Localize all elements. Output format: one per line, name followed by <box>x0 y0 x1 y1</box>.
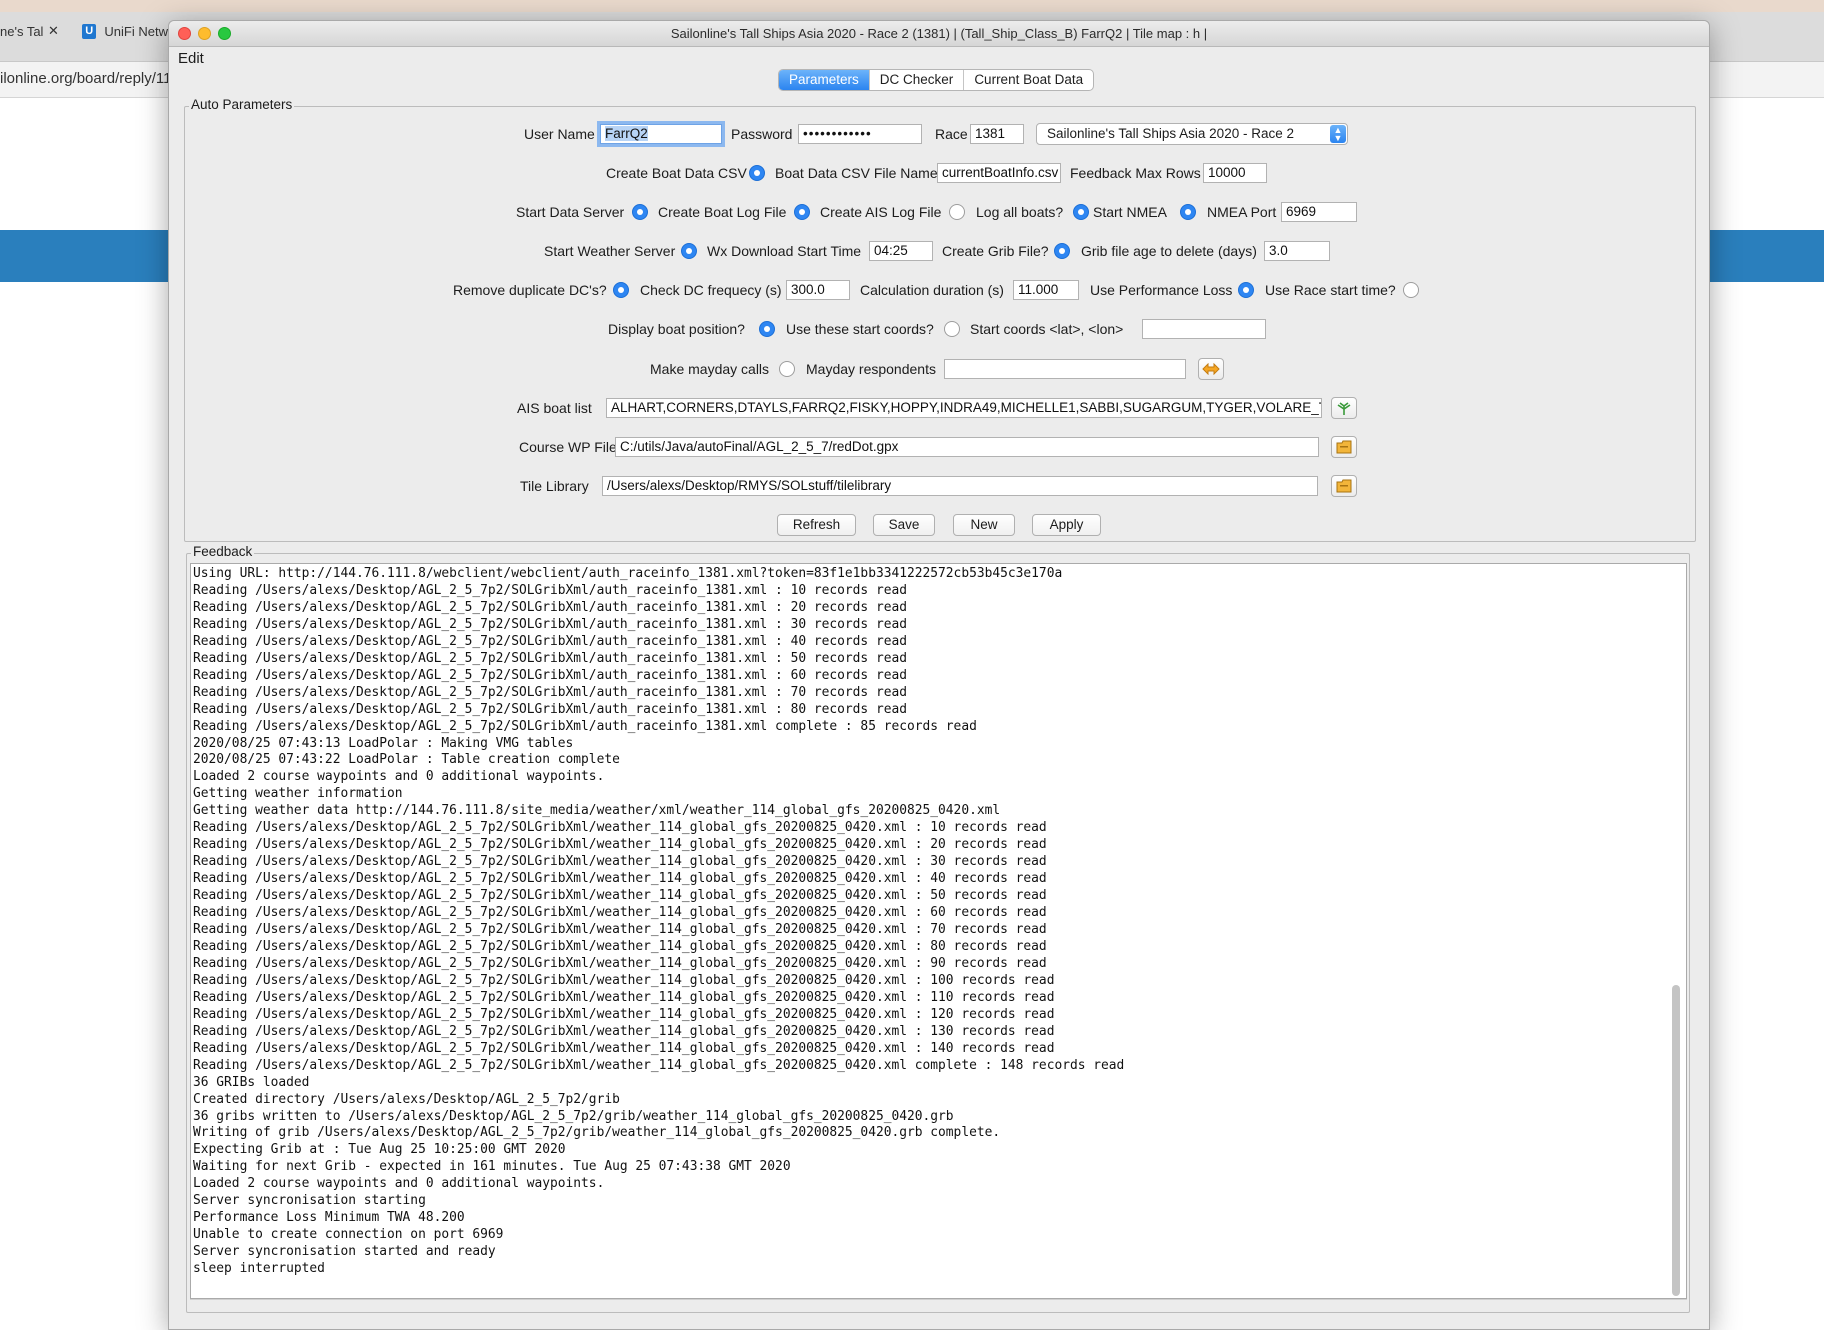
create-log-label: Create Boat Log File <box>658 204 787 220</box>
course-wp-field[interactable]: C:/utils/Java/autoFinal/AGL_2_5_7/redDot… <box>615 437 1319 457</box>
new-button[interactable]: New <box>953 514 1015 536</box>
course-wp-label: Course WP File <box>519 439 617 455</box>
tab-bar: Parameters DC Checker Current Boat Data <box>778 69 1095 91</box>
feedback-scrollbar[interactable] <box>1672 985 1680 1296</box>
browser-url[interactable]: ilonline.org/board/reply/11 <box>0 70 172 87</box>
user-name-field[interactable]: FarrQ2 <box>600 124 722 144</box>
check-dc-field[interactable]: 300.0 <box>786 280 850 300</box>
race-start-label: Use Race start time? <box>1265 282 1396 298</box>
use-coords-radio[interactable] <box>944 321 960 337</box>
swap-arrows-icon[interactable] <box>1198 358 1224 380</box>
remove-dup-label: Remove duplicate DC's? <box>453 282 607 298</box>
browser-tab-2-label: UniFi Netw <box>104 23 168 39</box>
start-coords-field[interactable] <box>1142 319 1266 339</box>
browser-top-strip <box>0 0 1824 12</box>
window-title: Sailonline's Tall Ships Asia 2020 - Race… <box>670 26 1208 41</box>
window-minimize-button[interactable] <box>198 27 211 40</box>
mayday-resp-field[interactable] <box>944 359 1186 379</box>
log-all-radio[interactable] <box>1073 204 1089 220</box>
window-zoom-button[interactable] <box>218 27 231 40</box>
perf-loss-radio[interactable] <box>1238 282 1254 298</box>
password-field[interactable]: •••••••••••• <box>798 124 922 144</box>
feedback-rows-label: Feedback Max Rows <box>1070 165 1201 181</box>
antenna-icon[interactable] <box>1331 397 1357 419</box>
display-pos-radio[interactable] <box>759 321 775 337</box>
display-pos-label: Display boat position? <box>608 321 745 337</box>
refresh-button[interactable]: Refresh <box>777 514 856 536</box>
csv-name-label: Boat Data CSV File Name <box>775 165 938 181</box>
race-select[interactable]: Sailonline's Tall Ships Asia 2020 - Race… <box>1036 123 1348 145</box>
tab-dc-checker[interactable]: DC Checker <box>870 70 965 90</box>
feedback-divider <box>190 1299 1687 1300</box>
mayday-resp-label: Mayday respondents <box>806 361 936 377</box>
race-number-field[interactable]: 1381 <box>970 124 1024 144</box>
race-start-radio[interactable] <box>1403 282 1419 298</box>
page-banner-left <box>0 230 170 282</box>
create-ais-radio[interactable] <box>949 204 965 220</box>
start-data-server-label: Start Data Server <box>516 204 625 220</box>
unifi-icon: U <box>82 23 97 39</box>
start-weather-label: Start Weather Server <box>544 243 676 259</box>
feedback-log[interactable]: Using URL: http://144.76.111.8/webclient… <box>190 563 1687 1299</box>
window-titlebar[interactable]: Sailonline's Tall Ships Asia 2020 - Race… <box>169 21 1709 47</box>
grib-age-label: Grib file age to delete (days) <box>1081 243 1257 259</box>
close-icon[interactable]: ✕ <box>48 14 62 48</box>
mayday-label: Make mayday calls <box>650 361 770 377</box>
start-weather-radio[interactable] <box>681 243 697 259</box>
page-banner-right <box>1706 230 1824 282</box>
start-coords-label: Start coords <lat>, <lon> <box>970 321 1124 337</box>
user-name-label: User Name <box>524 126 595 142</box>
nmea-port-label: NMEA Port <box>1207 204 1277 220</box>
use-coords-label: Use these start coords? <box>786 321 934 337</box>
browser-tab-2[interactable]: U UniFi Netw <box>82 14 168 48</box>
tab-current-boat-data[interactable]: Current Boat Data <box>964 70 1093 90</box>
apply-button[interactable]: Apply <box>1032 514 1101 536</box>
auto-parameters-title: Auto Parameters <box>189 97 295 112</box>
wx-start-label: Wx Download Start Time <box>707 243 862 259</box>
csv-name-field[interactable]: currentBoatInfo.csv <box>937 163 1061 183</box>
menu-bar: Edit <box>169 48 1709 70</box>
tile-lib-label: Tile Library <box>520 478 589 494</box>
check-dc-label: Check DC frequecy (s) <box>640 282 782 298</box>
tile-lib-field[interactable]: /Users/alexs/Desktop/RMYS/SOLstuff/tilel… <box>602 476 1318 496</box>
tab-parameters[interactable]: Parameters <box>779 70 870 90</box>
nmea-port-field[interactable]: 6969 <box>1281 202 1357 222</box>
ais-list-label: AIS boat list <box>517 400 592 416</box>
grib-age-field[interactable]: 3.0 <box>1264 241 1330 261</box>
create-log-radio[interactable] <box>794 204 810 220</box>
start-nmea-label: Start NMEA <box>1093 204 1167 220</box>
browser-tab-1-label: ne's Tal <box>0 23 44 39</box>
feedback-title: Feedback <box>191 544 255 559</box>
mayday-radio[interactable] <box>779 361 795 377</box>
save-button[interactable]: Save <box>873 514 935 536</box>
create-grib-label: Create Grib File? <box>942 243 1049 259</box>
folder-icon[interactable] <box>1331 475 1357 497</box>
calc-dur-field[interactable]: 11.000 <box>1013 280 1079 300</box>
ais-list-field[interactable]: ALHART,CORNERS,DTAYLS,FARRQ2,FISKY,HOPPY… <box>606 398 1322 418</box>
feedback-rows-field[interactable]: 10000 <box>1203 163 1267 183</box>
window-close-button[interactable] <box>178 27 191 40</box>
race-label: Race <box>935 126 968 142</box>
start-data-server-radio[interactable] <box>632 204 648 220</box>
feedback-log-text: Using URL: http://144.76.111.8/webclient… <box>193 566 1125 1277</box>
wx-start-field[interactable]: 04:25 <box>869 241 933 261</box>
create-csv-label: Create Boat Data CSV <box>606 165 747 181</box>
create-csv-radio[interactable] <box>749 165 765 181</box>
log-all-label: Log all boats? <box>976 204 1064 220</box>
folder-icon[interactable] <box>1331 436 1357 458</box>
password-label: Password <box>731 126 793 142</box>
perf-loss-label: Use Performance Loss <box>1090 282 1233 298</box>
remove-dup-radio[interactable] <box>613 282 629 298</box>
race-select-value: Sailonline's Tall Ships Asia 2020 - Race… <box>1047 126 1294 141</box>
menu-edit[interactable]: Edit <box>178 50 204 67</box>
create-ais-label: Create AIS Log File <box>820 204 942 220</box>
calc-dur-label: Calculation duration (s) <box>860 282 1004 298</box>
chevron-updown-icon: ▲ ▼ <box>1330 125 1346 143</box>
start-nmea-radio[interactable] <box>1180 204 1196 220</box>
create-grib-radio[interactable] <box>1054 243 1070 259</box>
